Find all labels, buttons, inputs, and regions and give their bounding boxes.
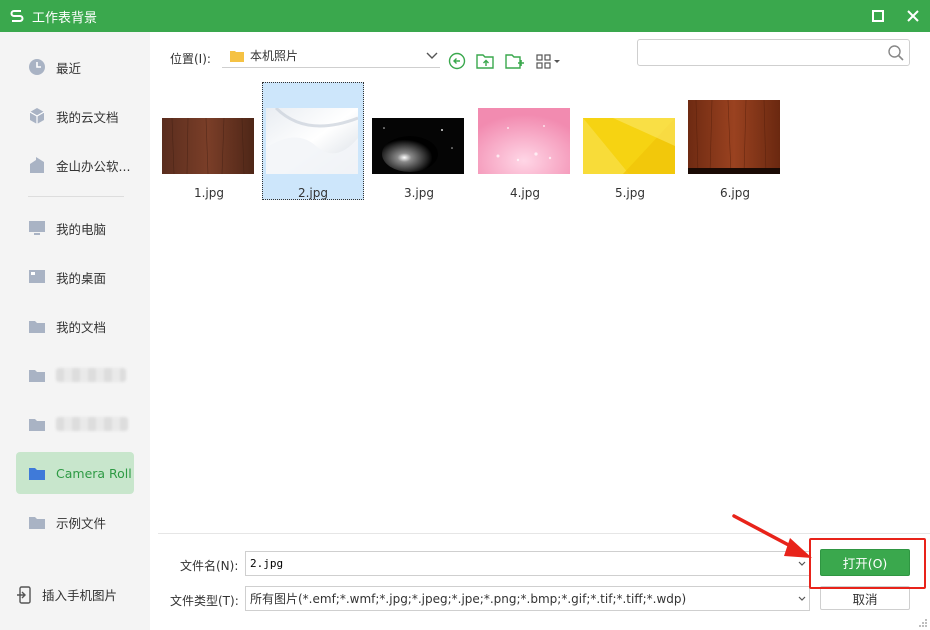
- thumbnail-white-silk: [266, 108, 358, 174]
- sidebar-item-label: 最近: [56, 60, 82, 76]
- thumbnail-wood-red: [688, 100, 780, 174]
- sidebar-item-my-computer[interactable]: 我的电脑: [16, 207, 134, 249]
- filetype-select[interactable]: 所有图片(*.emf;*.wmf;*.jpg;*.jpeg;*.jpe;*.pn…: [245, 586, 810, 611]
- maximize-icon: [872, 10, 884, 22]
- insert-phone-label: 插入手机图片: [42, 588, 118, 603]
- sidebar-item-blurred-2[interactable]: [16, 403, 134, 445]
- up-folder-button[interactable]: [475, 50, 497, 72]
- sidebar-item-label: 金山办公软...: [56, 158, 131, 174]
- thumbnail-yellow-geometric: [583, 118, 675, 174]
- file-item-selected[interactable]: 2.jpg: [262, 82, 364, 200]
- sidebar-divider: [28, 196, 124, 197]
- thumbnail-wood-brown: [162, 118, 254, 174]
- file-name: 6.jpg: [719, 186, 751, 200]
- filename-label: 文件名(N):: [180, 559, 239, 573]
- sidebar-item-kingsoft[interactable]: 金山办公软...: [16, 144, 134, 186]
- sidebar-item-camera-roll[interactable]: Camera Roll: [16, 452, 134, 494]
- sidebar-item-label: 我的电脑: [56, 221, 107, 237]
- search-icon[interactable]: [887, 44, 905, 62]
- filename-field: [245, 551, 810, 576]
- file-name: 5.jpg: [614, 186, 646, 200]
- sidebar-item-sample-files[interactable]: 示例文件: [16, 501, 134, 543]
- sidebar-item-label: 我的文档: [56, 319, 107, 335]
- sidebar-item-label: 我的桌面: [56, 270, 107, 286]
- phone-import-icon: [16, 585, 34, 604]
- search-input[interactable]: [644, 40, 874, 65]
- blurred-label: [56, 368, 126, 382]
- sidebar-item-label: 示例文件: [56, 515, 107, 531]
- file-name: 1.jpg: [193, 186, 225, 200]
- folder-icon: [28, 317, 46, 335]
- sidebar-item-blurred-1[interactable]: [16, 354, 134, 396]
- file-item[interactable]: 3.jpg: [368, 82, 470, 200]
- file-name: 4.jpg: [509, 186, 541, 200]
- chevron-down-icon: [426, 49, 438, 63]
- file-item[interactable]: 5.jpg: [579, 82, 681, 200]
- title-bar: 工作表背景: [0, 0, 930, 32]
- thumbnail-pink-sparkle: [478, 108, 570, 174]
- divider: [158, 533, 930, 534]
- location-dropdown[interactable]: 本机照片: [222, 44, 440, 68]
- thumbnail-dark-nebula: [372, 118, 464, 174]
- file-item[interactable]: 4.jpg: [474, 82, 576, 200]
- monitor-icon: [28, 219, 46, 237]
- sidebar-item-recent[interactable]: 最近: [16, 46, 134, 88]
- cancel-button[interactable]: 取消: [820, 586, 910, 610]
- filetype-label: 文件类型(T):: [170, 594, 239, 608]
- grid-view-icon: [536, 54, 560, 69]
- clock-icon: [28, 58, 46, 76]
- location-label: 位置(I):: [170, 51, 211, 66]
- new-folder-button[interactable]: [504, 50, 526, 72]
- view-mode-button[interactable]: [534, 50, 564, 72]
- file-name: 2.jpg: [297, 186, 329, 200]
- file-grid: 1.jpg 2.jpg 3.jpg 4.jpg 5.jpg 6.jpg: [158, 78, 918, 533]
- sidebar-item-desktop[interactable]: 我的桌面: [16, 256, 134, 298]
- desktop-icon: [28, 268, 46, 286]
- file-name: 3.jpg: [403, 186, 435, 200]
- maximize-button[interactable]: [860, 0, 896, 32]
- building-icon: [28, 156, 46, 174]
- insert-phone-image-button[interactable]: 插入手机图片: [16, 585, 117, 604]
- chevron-down-icon: [795, 596, 809, 602]
- folder-icon: [28, 415, 46, 433]
- back-button[interactable]: [446, 50, 468, 72]
- back-arrow-icon: [448, 52, 466, 70]
- filename-input[interactable]: [246, 552, 795, 575]
- folder-icon: [28, 366, 46, 384]
- sidebar-item-my-documents[interactable]: 我的文档: [16, 305, 134, 347]
- cloud-cube-icon: [28, 107, 46, 125]
- close-button[interactable]: [895, 0, 930, 32]
- location-bar: 位置(I):: [170, 44, 211, 72]
- wps-logo-icon: [8, 7, 26, 25]
- file-item[interactable]: 1.jpg: [158, 82, 260, 200]
- resize-grip-icon[interactable]: [918, 618, 928, 628]
- folder-up-icon: [476, 54, 494, 69]
- folder-add-icon: [505, 54, 524, 69]
- chevron-down-icon[interactable]: [795, 561, 809, 567]
- folder-icon: [28, 513, 46, 531]
- sidebar: 最近 我的云文档 金山办公软... 我的电脑 我的桌面 我的文档 Camera …: [0, 32, 150, 630]
- filetype-value: 所有图片(*.emf;*.wmf;*.jpg;*.jpeg;*.jpe;*.pn…: [250, 592, 687, 606]
- search-box: [637, 39, 910, 66]
- blurred-label: [56, 417, 128, 431]
- folder-icon: [230, 50, 244, 62]
- sidebar-item-label: 我的云文档: [56, 109, 119, 125]
- location-value: 本机照片: [250, 49, 299, 63]
- file-item[interactable]: 6.jpg: [684, 82, 786, 200]
- sidebar-item-cloud-docs[interactable]: 我的云文档: [16, 95, 134, 137]
- window-title: 工作表背景: [32, 10, 98, 26]
- close-icon: [907, 10, 919, 22]
- open-button[interactable]: 打开(O): [820, 549, 910, 576]
- sidebar-item-label: Camera Roll: [56, 465, 132, 481]
- folder-icon: [28, 464, 46, 482]
